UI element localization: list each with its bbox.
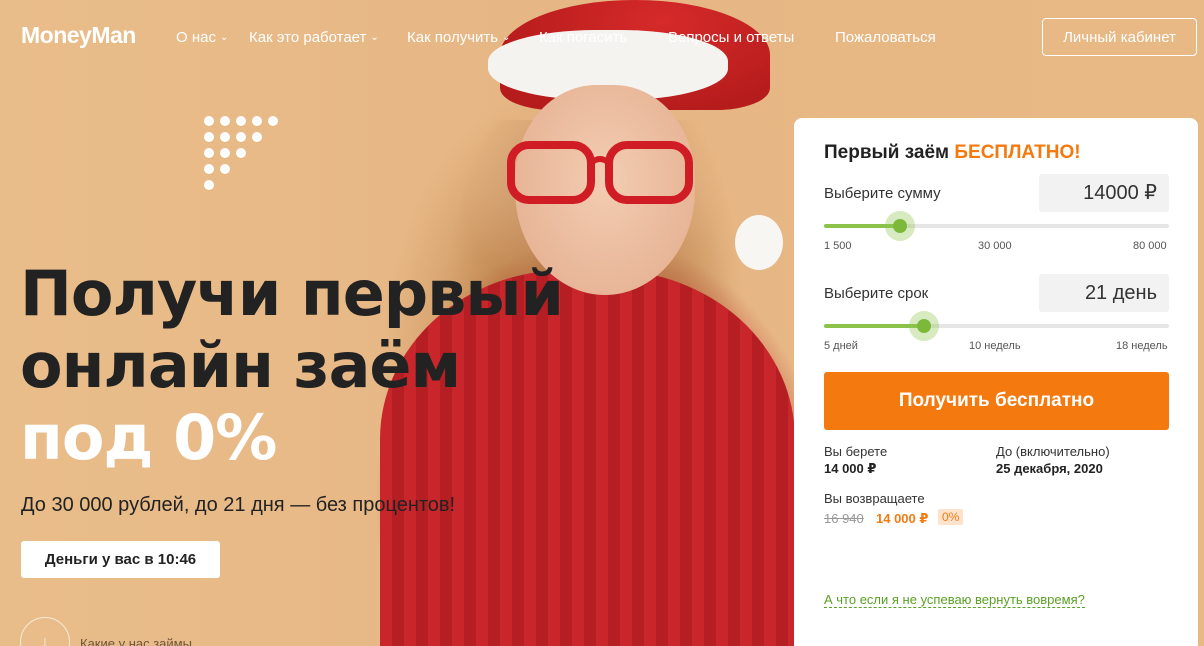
take-value: 14 000 ₽	[824, 461, 877, 476]
calculator-title-accent: БЕСПЛАТНО!	[954, 142, 1081, 163]
nav-item-complain[interactable]: Пожаловаться	[835, 29, 936, 46]
headline-line: онлайн заём	[20, 329, 461, 402]
loan-types-link[interactable]: Какие у нас займы	[80, 636, 192, 646]
loan-calculator: Первый заём БЕСПЛАТНО! Выберите сумму 14…	[794, 118, 1198, 646]
hero-subline: До 30 000 рублей, до 21 дня — без процен…	[21, 494, 456, 516]
hero-photo-pompom	[735, 215, 783, 270]
calculator-title-text: Первый заём	[824, 142, 950, 163]
amount-slider-handle[interactable]	[884, 211, 915, 241]
term-label: Выберите срок	[824, 285, 929, 302]
term-input[interactable]: 21 день	[1039, 274, 1169, 312]
nav-item-how-to-repay[interactable]: Как погасить	[539, 29, 627, 46]
take-label: Вы берете	[824, 444, 888, 459]
hero-photo-glasses	[507, 141, 693, 204]
amount-label: Выберите сумму	[824, 185, 941, 202]
brand-logo[interactable]: MoneyMan	[21, 22, 136, 49]
top-navigation: MoneyMan О нас ⌄ Как это работает ⌄ Как по…	[0, 0, 1204, 76]
nav-item-faq[interactable]: Вопросы и ответы	[668, 29, 794, 46]
nav-item-label: Пожаловаться	[835, 29, 936, 46]
personal-account-button[interactable]: Личный кабинет	[1042, 18, 1197, 56]
until-value: 25 декабря, 2020	[996, 461, 1103, 476]
nav-item-label: Как это работает	[249, 29, 367, 46]
hero-headline: Получи первый онлайн заём под 0%	[20, 257, 564, 474]
until-label: До (включительно)	[996, 444, 1110, 459]
term-tick-mid: 10 недель	[969, 340, 1021, 352]
chevron-down-icon: ⌄	[502, 32, 511, 43]
late-repayment-link[interactable]: А что если я не успеваю вернуть вовремя?	[824, 592, 1085, 608]
amount-slider[interactable]	[824, 211, 1169, 241]
chevron-down-icon: ⌄	[219, 32, 229, 43]
nav-item-about[interactable]: О нас ⌄	[176, 29, 228, 46]
term-slider[interactable]	[824, 311, 1169, 341]
amount-input[interactable]: 14000 ₽	[1039, 174, 1169, 212]
old-return-sum: 16 940	[824, 511, 864, 526]
return-label: Вы возвращаете	[824, 491, 925, 506]
headline-line-accent: под 0%	[20, 401, 277, 474]
headline-line: Получи первый	[20, 257, 564, 330]
term-tick-max: 18 недель	[1116, 340, 1168, 352]
nav-item-how-it-works[interactable]: Как это работает ⌄	[249, 29, 379, 46]
new-return-sum: 14 000 ₽	[876, 511, 929, 526]
calculator-title: Первый заём БЕСПЛАТНО!	[824, 142, 1081, 164]
delivery-timer-button[interactable]: Деньги у вас в 10:46	[21, 541, 220, 578]
get-free-loan-button[interactable]: Получить бесплатно	[824, 372, 1169, 430]
percent-badge: 0%	[938, 509, 964, 525]
nav-item-label: О нас	[176, 29, 216, 46]
term-tick-min: 5 дней	[824, 340, 858, 352]
chevron-down-icon: ⌄	[370, 32, 379, 43]
amount-tick-min: 1 500	[824, 240, 852, 252]
nav-item-label: Как получить	[407, 29, 499, 46]
amount-tick-mid: 30 000	[978, 240, 1012, 252]
amount-tick-max: 80 000	[1133, 240, 1167, 252]
nav-item-label: Как погасить	[539, 29, 628, 46]
nav-item-label: Вопросы и ответы	[668, 29, 795, 46]
nav-item-how-to-get[interactable]: Как получить ⌄	[407, 29, 510, 46]
term-slider-handle[interactable]	[909, 311, 940, 341]
